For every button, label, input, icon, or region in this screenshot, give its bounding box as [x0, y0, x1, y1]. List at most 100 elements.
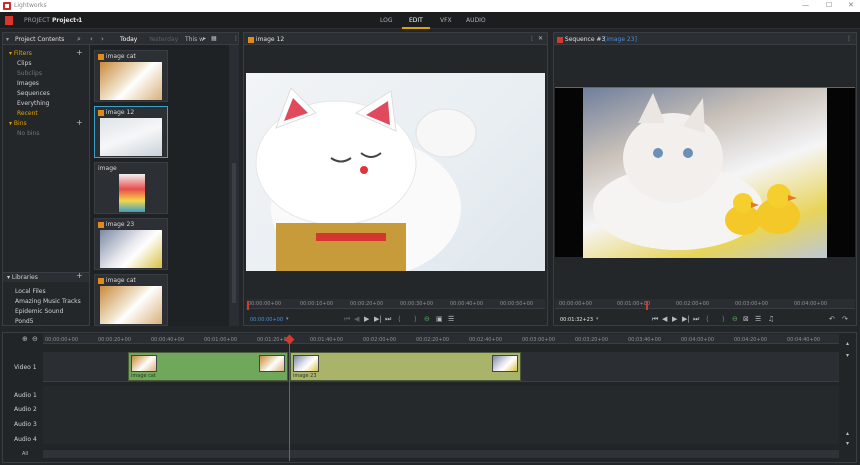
scroll-up-icon[interactable]: ▴	[846, 340, 849, 347]
nav-back-icon[interactable]: ‹	[90, 35, 93, 43]
add-filter-icon[interactable]: +	[76, 48, 83, 57]
insert-icon[interactable]: ▣	[436, 315, 443, 323]
step-forward-icon[interactable]: ▶|	[374, 315, 382, 323]
project-label: PROJECT	[24, 17, 50, 24]
maximize-icon[interactable]: ☐	[826, 1, 832, 9]
minimize-icon[interactable]: —	[802, 1, 809, 9]
record-video-frame[interactable]	[555, 87, 855, 258]
thumbnail-title: image	[98, 165, 117, 172]
track-label-video-1[interactable]: Video 1	[14, 364, 37, 371]
filter-everything[interactable]: Everything	[17, 100, 49, 107]
scroll-up-icon[interactable]: ▴	[846, 430, 849, 437]
remove-icon[interactable]: ☰	[755, 315, 761, 323]
thumbnail-card[interactable]: image 23	[94, 218, 168, 270]
library-amazing-music[interactable]: Amazing Music Tracks	[15, 298, 81, 305]
close-window-icon[interactable]: ✕	[848, 1, 854, 9]
track-label-audio-4[interactable]: Audio 4	[14, 436, 37, 443]
undo-icon[interactable]: ↶	[829, 315, 835, 323]
tab-audio[interactable]: AUDIO	[466, 17, 486, 24]
overwrite-icon[interactable]: ☰	[448, 315, 454, 323]
play-icon[interactable]: ▸	[203, 35, 206, 42]
filter-images[interactable]: Images	[17, 80, 39, 87]
source-video-frame[interactable]	[246, 73, 545, 278]
track-label-audio-2[interactable]: Audio 2	[14, 406, 37, 413]
timeline-clip[interactable]: image cat	[128, 352, 288, 381]
source-timecode[interactable]: 00:00:00+00	[250, 317, 283, 323]
go-to-start-icon[interactable]: ⏮	[344, 315, 350, 324]
tab-vfx[interactable]: VFX	[440, 17, 452, 24]
date-today[interactable]: Today	[120, 36, 137, 43]
zoom-in-icon[interactable]: ⊕	[22, 335, 28, 343]
close-panel-icon[interactable]: ✕	[538, 35, 543, 42]
nav-forward-icon[interactable]: ›	[101, 35, 104, 43]
date-this-week[interactable]: This w	[185, 36, 204, 43]
flag-icon	[98, 109, 104, 116]
thumbnail-card-selected[interactable]: image 12	[94, 106, 168, 158]
filters-heading[interactable]: ▾ Filters	[9, 50, 32, 57]
mark-out-icon[interactable]: ⟩	[414, 315, 417, 323]
thumbnail-card[interactable]: image	[94, 162, 168, 214]
audio-sync-icon[interactable]: ⊖	[732, 315, 738, 323]
all-tracks-toggle[interactable]: All	[22, 451, 28, 457]
go-to-start-icon[interactable]: ⏮	[652, 315, 658, 324]
library-local-files[interactable]: Local Files	[15, 288, 46, 295]
more-options-icon[interactable]: ⋮	[846, 35, 852, 42]
mark-in-icon[interactable]: ⟨	[706, 315, 709, 323]
ruler-tick-label: 00:04:00+00	[794, 301, 828, 307]
mark-out-icon[interactable]: ⟩	[722, 315, 725, 323]
filter-sequences[interactable]: Sequences	[17, 90, 50, 97]
libraries-heading[interactable]: ▾ Libraries	[7, 274, 38, 281]
record-playhead[interactable]	[646, 301, 648, 310]
chevron-down-icon[interactable]: ▾	[6, 36, 9, 43]
bins-heading[interactable]: ▾ Bins	[9, 120, 27, 127]
ruler-tick-label: 00:03:20+00	[575, 337, 609, 343]
go-to-end-icon[interactable]: ⏭	[693, 315, 699, 324]
library-epidemic-sound[interactable]: Epidemic Sound	[15, 308, 63, 315]
audio-tracks-area[interactable]	[43, 386, 839, 444]
add-bin-icon[interactable]: +	[76, 118, 83, 127]
redo-icon[interactable]: ↷	[842, 315, 848, 323]
timeline-playhead[interactable]	[289, 337, 290, 461]
thumbnail-card[interactable]: image cat	[94, 50, 168, 102]
play-icon[interactable]: ▶	[672, 315, 677, 323]
lightworks-logo-icon[interactable]	[5, 16, 13, 25]
tab-edit[interactable]: EDIT	[409, 17, 423, 24]
scroll-down-icon[interactable]: ▾	[846, 440, 849, 447]
chevron-down-icon[interactable]: ▾	[286, 316, 289, 322]
audio-icon[interactable]: ♫	[768, 315, 774, 323]
scroll-down-icon[interactable]: ▾	[846, 352, 849, 359]
tab-log[interactable]: LOG	[380, 17, 393, 24]
window-title-bar: Lightworks — ☐ ✕	[0, 0, 860, 12]
view-mode-icon[interactable]: ▦	[211, 35, 217, 42]
more-options-icon[interactable]: ⋮	[529, 35, 535, 42]
search-icon[interactable]: ⌕	[77, 35, 81, 44]
thumbnail-scrollbar[interactable]	[229, 45, 239, 326]
step-back-icon[interactable]: ◀	[662, 315, 667, 323]
date-yesterday[interactable]: Yesterday	[149, 36, 178, 43]
source-playhead[interactable]	[247, 301, 249, 310]
mark-in-icon[interactable]: ⟨	[398, 315, 401, 323]
track-label-audio-3[interactable]: Audio 3	[14, 421, 37, 428]
ruler-tick-label: 00:03:00+00	[735, 301, 769, 307]
filter-subclips[interactable]: Subclips	[17, 70, 42, 77]
clip-thumbnail	[293, 355, 319, 372]
thumbnail-card[interactable]: image cat	[94, 274, 168, 326]
chevron-down-icon[interactable]: ▾	[596, 316, 599, 322]
filter-clips[interactable]: Clips	[17, 60, 31, 67]
more-options-icon[interactable]: ⋮	[233, 35, 239, 42]
audio-sync-icon[interactable]: ⊖	[424, 315, 430, 323]
timeline-scrollbar[interactable]	[43, 450, 839, 458]
zoom-out-icon[interactable]: ⊖	[32, 335, 38, 343]
timeline-clip[interactable]: image 23	[290, 352, 521, 381]
track-label-audio-1[interactable]: Audio 1	[14, 392, 37, 399]
step-back-icon[interactable]: ◀	[354, 315, 359, 323]
filter-recent[interactable]: Recent	[17, 110, 38, 117]
record-timecode[interactable]: 00:01:32+23	[560, 317, 593, 323]
step-forward-icon[interactable]: ▶|	[682, 315, 690, 323]
delete-icon[interactable]: ⊠	[743, 315, 749, 323]
add-library-icon[interactable]: +	[76, 271, 83, 280]
play-icon[interactable]: ▶	[364, 315, 369, 323]
library-pond5[interactable]: Pond5	[15, 318, 34, 325]
chevron-down-icon[interactable]: ▾	[76, 17, 79, 24]
go-to-end-icon[interactable]: ⏭	[385, 315, 391, 324]
